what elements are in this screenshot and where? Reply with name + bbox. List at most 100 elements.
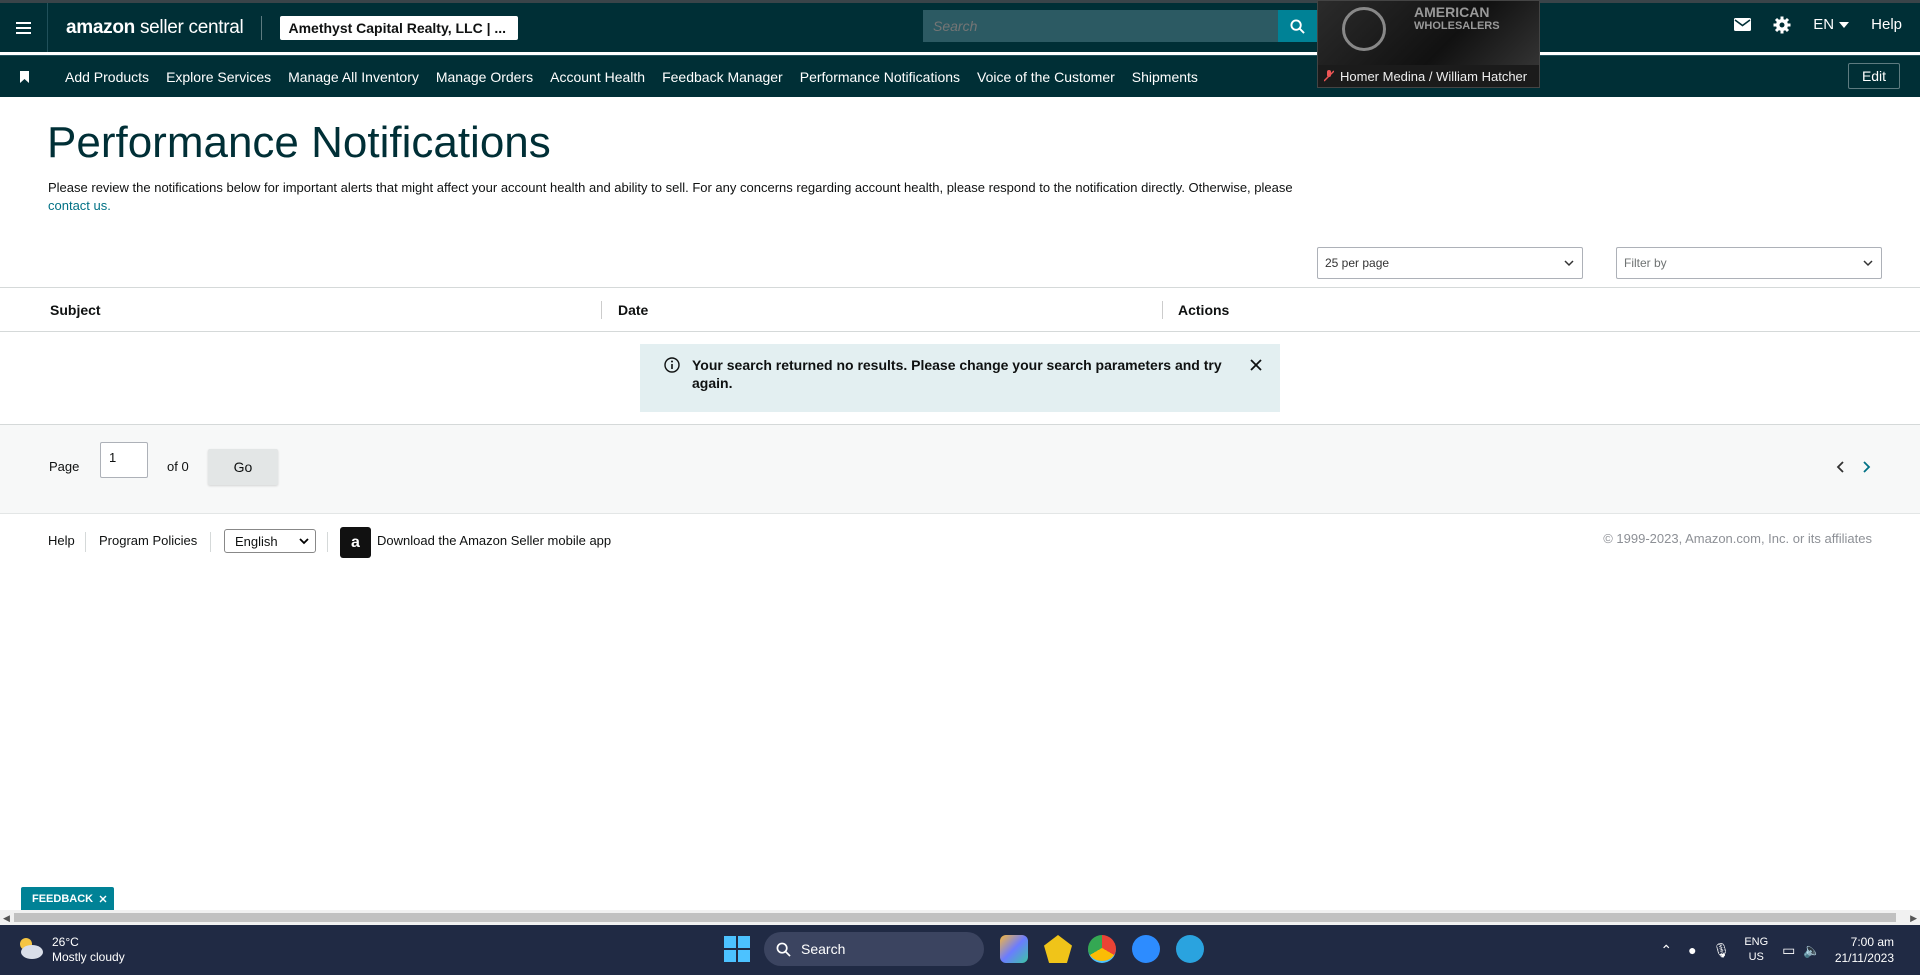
participant-name-bar: Homer Medina / William Hatcher bbox=[1318, 65, 1539, 87]
zoom-icon[interactable] bbox=[1132, 935, 1160, 963]
search-icon bbox=[1290, 18, 1305, 34]
display-icon[interactable]: ▭ bbox=[1782, 942, 1795, 959]
program-policies-link[interactable]: Program Policies bbox=[99, 533, 197, 548]
copyright-text: © 1999-2023, Amazon.com, Inc. or its aff… bbox=[1603, 531, 1872, 546]
no-results-message: Your search returned no results. Please … bbox=[692, 357, 1222, 391]
microphone-icon[interactable]: 🎙 bbox=[1713, 942, 1731, 959]
search-button[interactable] bbox=[1278, 10, 1317, 42]
divider bbox=[210, 532, 211, 552]
filter-by-select[interactable]: Filter by bbox=[1616, 247, 1882, 279]
nav-shipments[interactable]: Shipments bbox=[1132, 69, 1198, 85]
chevron-up-icon[interactable]: ⌃ bbox=[1660, 942, 1672, 959]
chevron-left-icon[interactable] bbox=[1836, 461, 1846, 473]
column-divider bbox=[1162, 301, 1163, 319]
language-selector[interactable]: EN bbox=[1813, 16, 1850, 33]
input-language[interactable]: ENG US bbox=[1744, 935, 1768, 965]
chrome-icon[interactable] bbox=[1088, 935, 1116, 963]
page-number-input[interactable]: 1 bbox=[100, 442, 148, 478]
network-status-icon[interactable]: ● bbox=[1688, 942, 1696, 958]
language-label: EN bbox=[1813, 16, 1835, 33]
input-language-region: US bbox=[1748, 951, 1764, 963]
nav-add-products[interactable]: Add Products bbox=[65, 69, 149, 85]
nav-voice-of-the-customer[interactable]: Voice of the Customer bbox=[977, 69, 1115, 85]
video-overlay-line2: WHOLESALERS bbox=[1414, 20, 1500, 32]
account-switcher[interactable]: Amethyst Capital Realty, LLC | ... bbox=[280, 15, 519, 40]
amazon-seller-app-icon[interactable]: a bbox=[340, 527, 371, 558]
scrollbar-thumb[interactable] bbox=[14, 913, 1896, 922]
column-date[interactable]: Date bbox=[618, 302, 648, 318]
chevron-right-icon[interactable] bbox=[1861, 461, 1871, 473]
close-icon[interactable] bbox=[99, 895, 107, 903]
logo-sub: seller central bbox=[139, 16, 244, 38]
taskbar-center: Search bbox=[724, 932, 1204, 966]
search-input[interactable] bbox=[923, 10, 1278, 42]
footer-language-value: English bbox=[235, 534, 278, 549]
video-overlay-text: AMERICAN WHOLESALERS bbox=[1414, 5, 1500, 33]
taskbar-search[interactable]: Search bbox=[764, 932, 984, 966]
settings-button[interactable] bbox=[1773, 16, 1791, 34]
footer-language-select[interactable]: English bbox=[224, 529, 316, 553]
column-actions: Actions bbox=[1178, 302, 1230, 318]
footer-help-link[interactable]: Help bbox=[48, 533, 75, 548]
divider bbox=[261, 15, 263, 40]
search-icon bbox=[776, 942, 791, 957]
bookmark-icon[interactable] bbox=[0, 70, 48, 83]
hamburger-menu-icon[interactable] bbox=[0, 3, 48, 52]
participant-name: Homer Medina / William Hatcher bbox=[1340, 69, 1528, 84]
telegram-icon[interactable] bbox=[1176, 935, 1204, 963]
system-tray: ⌃ ● 🎙 ENG US ▭ 🔈 7:00 am 21/11/2023 bbox=[1644, 925, 1920, 975]
feedback-tab[interactable]: FEEDBACK bbox=[21, 887, 114, 910]
description-text: Please review the notifications below fo… bbox=[48, 180, 1293, 195]
scroll-left-arrow-icon[interactable]: ◀ bbox=[3, 913, 10, 924]
divider bbox=[85, 532, 86, 552]
column-subject[interactable]: Subject bbox=[50, 302, 101, 318]
gear-icon bbox=[1773, 16, 1791, 33]
page-count: of 0 bbox=[167, 459, 189, 474]
mic-muted-icon bbox=[1324, 70, 1334, 82]
nav-performance-notifications[interactable]: Performance Notifications bbox=[800, 69, 960, 85]
input-language-code: ENG bbox=[1744, 936, 1769, 948]
pentagon-app-icon[interactable] bbox=[1044, 935, 1072, 963]
nav-feedback-manager[interactable]: Feedback Manager bbox=[662, 69, 783, 85]
no-results-alert: Your search returned no results. Please … bbox=[640, 344, 1280, 412]
help-link[interactable]: Help bbox=[1871, 16, 1902, 33]
go-button[interactable]: Go bbox=[208, 449, 278, 485]
messages-button[interactable] bbox=[1734, 18, 1752, 31]
page-description: Please review the notifications below fo… bbox=[48, 179, 1338, 215]
info-icon bbox=[664, 357, 680, 373]
table-body: Your search returned no results. Please … bbox=[0, 332, 1920, 425]
chevron-down-icon bbox=[1564, 260, 1574, 267]
divider bbox=[327, 532, 328, 552]
weather-widget[interactable]: 26°C Mostly cloudy bbox=[16, 935, 125, 965]
copilot-app-icon[interactable] bbox=[1000, 935, 1028, 963]
nav-explore-services[interactable]: Explore Services bbox=[166, 69, 271, 85]
navigation-bar: Add Products Explore Services Manage All… bbox=[0, 55, 1920, 97]
contact-us-link[interactable]: contact us. bbox=[48, 198, 111, 213]
nav-manage-orders[interactable]: Manage Orders bbox=[436, 69, 533, 85]
scroll-right-arrow-icon[interactable]: ▶ bbox=[1910, 913, 1917, 924]
logo-main: amazon bbox=[66, 16, 135, 38]
seller-central-logo[interactable]: amazon seller central bbox=[66, 16, 244, 39]
per-page-select[interactable]: 25 per page bbox=[1317, 247, 1583, 279]
windows-taskbar: 26°C Mostly cloudy Search ⌃ ● 🎙 ENG US ▭… bbox=[0, 925, 1920, 975]
table-header: Subject Date Actions bbox=[0, 287, 1920, 332]
volume-icon[interactable]: 🔈 bbox=[1803, 942, 1820, 959]
download-app-link[interactable]: Download the Amazon Seller mobile app bbox=[377, 533, 611, 548]
horizontal-scrollbar[interactable]: ◀ ▶ bbox=[0, 910, 1920, 925]
search-bar bbox=[923, 10, 1317, 42]
video-feed: AMERICAN WHOLESALERS bbox=[1318, 1, 1539, 65]
nav-account-health[interactable]: Account Health bbox=[550, 69, 645, 85]
page-label: Page bbox=[49, 459, 80, 474]
footer: Help Program Policies English a Download… bbox=[0, 514, 1920, 568]
close-icon[interactable] bbox=[1250, 359, 1262, 371]
clock-date: 21/11/2023 bbox=[1834, 951, 1894, 965]
clock[interactable]: 7:00 am 21/11/2023 bbox=[1835, 934, 1894, 966]
nav-manage-all-inventory[interactable]: Manage All Inventory bbox=[288, 69, 419, 85]
video-call-tile[interactable]: AMERICAN WHOLESALERS Homer Medina / Will… bbox=[1317, 0, 1540, 88]
edit-nav-button[interactable]: Edit bbox=[1848, 63, 1900, 89]
pagination-bar: Page 1 of 0 Go bbox=[0, 425, 1920, 514]
mail-icon bbox=[1734, 18, 1752, 31]
windows-start-icon[interactable] bbox=[724, 936, 750, 962]
cloudy-weather-icon bbox=[20, 938, 43, 959]
page-title: Performance Notifications bbox=[47, 118, 551, 167]
